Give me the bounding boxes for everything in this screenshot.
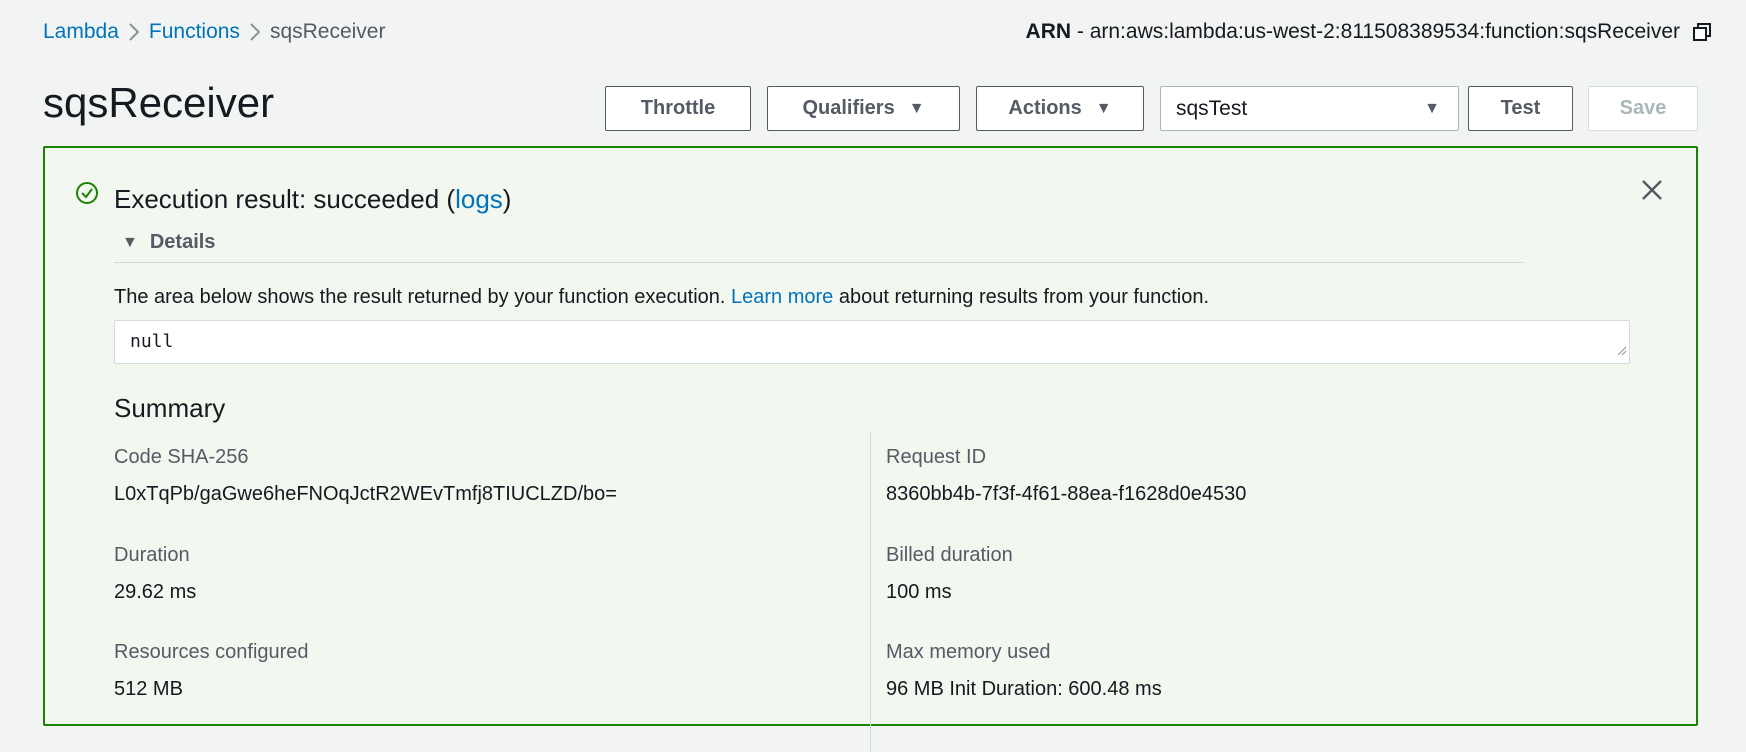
duration-field: Duration 29.62 ms: [114, 544, 196, 604]
caret-down-icon: ▼: [1095, 99, 1112, 117]
actions-dropdown[interactable]: Actions ▼: [976, 86, 1144, 131]
qualifiers-dropdown[interactable]: Qualifiers ▼: [767, 86, 960, 131]
request-id-label: Request ID: [886, 446, 987, 468]
result-description: The area below shows the result returned…: [114, 286, 1209, 309]
copy-icon[interactable]: [1692, 22, 1712, 42]
breadcrumb: Lambda Functions sqsReceiver: [43, 20, 385, 44]
billed-duration-value: 100 ms: [886, 581, 952, 603]
execution-result-panel: Execution result: succeeded (logs) ▼ Det…: [43, 146, 1698, 752]
request-id-value: 8360bb4b-7f3f-4f61-88ea-f1628d0e4530: [886, 483, 1247, 505]
resources-label: Resources configured: [114, 641, 309, 663]
test-button[interactable]: Test: [1468, 86, 1573, 131]
breadcrumb-current: sqsReceiver: [269, 20, 386, 43]
code-sha-value: L0xTqPb/gaGwe6heFNOqJctR2WEvTmfj8TIUCLZD…: [114, 483, 617, 505]
duration-label: Duration: [114, 544, 190, 566]
resources-value: 512 MB: [114, 678, 183, 700]
result-output-textarea[interactable]: null: [114, 320, 1630, 364]
logs-link[interactable]: logs: [455, 184, 503, 214]
close-icon[interactable]: [1640, 178, 1664, 207]
chevron-right-icon: [119, 22, 149, 42]
function-arn: ARN - arn:aws:lambda:us-west-2:811508389…: [1026, 20, 1712, 44]
summary-heading: Summary: [114, 393, 226, 423]
duration-value: 29.62 ms: [114, 581, 197, 603]
throttle-button[interactable]: Throttle: [605, 86, 751, 131]
description-suffix: about returning results from your functi…: [833, 286, 1210, 308]
billed-duration-label: Billed duration: [886, 544, 1013, 566]
actions-label: Actions: [1008, 97, 1082, 119]
caret-down-icon: ▼: [908, 99, 925, 117]
max-memory-value: 96 MB Init Duration: 600.48 ms: [886, 678, 1162, 700]
code-sha-field: Code SHA-256 L0xTqPb/gaGwe6heFNOqJctR2WE…: [114, 446, 617, 506]
code-sha-label: Code SHA-256: [114, 446, 249, 468]
arn-separator: -: [1071, 20, 1090, 43]
details-expander[interactable]: ▼ Details: [114, 231, 1524, 263]
test-event-value: sqsTest: [1176, 96, 1248, 120]
result-output-value: null: [130, 331, 174, 352]
summary-divider: [870, 432, 871, 752]
execution-result-title: Execution result: succeeded (logs): [114, 184, 511, 215]
caret-down-icon: ▼: [122, 233, 138, 251]
save-button[interactable]: Save: [1588, 86, 1698, 131]
throttle-label: Throttle: [640, 97, 716, 119]
max-memory-field: Max memory used 96 MB Init Duration: 600…: [886, 641, 1162, 701]
billed-duration-field: Billed duration 100 ms: [886, 544, 1013, 604]
test-label: Test: [1500, 97, 1541, 119]
save-label: Save: [1619, 97, 1667, 119]
resources-field: Resources configured 512 MB: [114, 641, 309, 701]
result-title-suffix: ): [502, 184, 512, 214]
breadcrumb-lambda-link[interactable]: Lambda: [43, 20, 119, 44]
test-event-select[interactable]: sqsTest ▼: [1160, 86, 1459, 131]
arn-value: arn:aws:lambda:us-west-2:811508389534:fu…: [1089, 20, 1680, 43]
caret-down-icon: ▼: [1424, 99, 1440, 117]
chevron-right-icon: [240, 22, 270, 42]
details-label: Details: [149, 231, 216, 253]
breadcrumb-functions-link[interactable]: Functions: [149, 20, 240, 44]
arn-label: ARN: [1025, 20, 1072, 43]
resize-handle-icon[interactable]: [1615, 340, 1627, 361]
result-title-prefix: Execution result: succeeded (: [114, 184, 456, 214]
page-title: sqsReceiver: [43, 79, 275, 126]
check-circle-icon: [75, 181, 99, 210]
qualifiers-label: Qualifiers: [802, 97, 895, 119]
max-memory-label: Max memory used: [886, 641, 1051, 663]
learn-more-link[interactable]: Learn more: [731, 286, 833, 308]
request-id-field: Request ID 8360bb4b-7f3f-4f61-88ea-f1628…: [886, 446, 1246, 506]
description-prefix: The area below shows the result returned…: [114, 286, 732, 308]
